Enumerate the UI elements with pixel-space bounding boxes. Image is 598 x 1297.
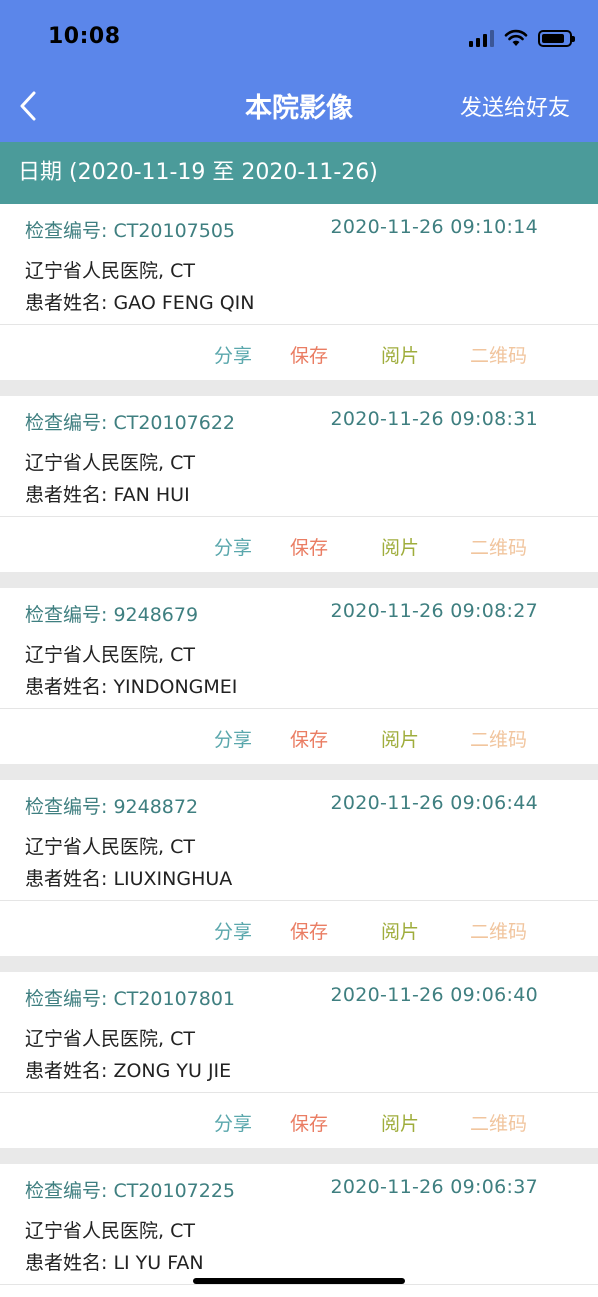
save-button[interactable]: 保存 xyxy=(290,533,328,560)
record-actions: 分享 保存 阅片 二维码 xyxy=(0,325,598,380)
read-image-button[interactable]: 阅片 xyxy=(381,341,419,368)
save-button[interactable]: 保存 xyxy=(290,341,328,368)
read-image-button[interactable]: 阅片 xyxy=(381,533,419,560)
record-card[interactable]: 检查编号: CT20107622 2020-11-26 09:08:31 辽宁省… xyxy=(0,396,598,572)
exam-time: 2020-11-26 09:06:44 xyxy=(330,792,538,814)
record-card[interactable]: 检查编号: 9248679 2020-11-26 09:08:27 辽宁省人民医… xyxy=(0,588,598,764)
share-button[interactable]: 分享 xyxy=(214,341,252,368)
qr-code-button[interactable]: 二维码 xyxy=(470,1109,527,1136)
record-actions: 分享 保存 阅片 二维码 xyxy=(0,1285,598,1297)
read-image-button[interactable]: 阅片 xyxy=(381,917,419,944)
share-button[interactable]: 分享 xyxy=(214,917,252,944)
exam-time: 2020-11-26 09:06:40 xyxy=(330,984,538,1006)
record-actions: 分享 保存 阅片 二维码 xyxy=(0,709,598,764)
read-image-button[interactable]: 阅片 xyxy=(381,1109,419,1136)
exam-time: 2020-11-26 09:06:37 xyxy=(330,1176,538,1198)
share-button[interactable]: 分享 xyxy=(214,725,252,752)
hospital-name: 辽宁省人民医院, CT xyxy=(25,1220,195,1242)
record-info[interactable]: 检查编号: CT20107505 2020-11-26 09:10:14 辽宁省… xyxy=(0,204,598,324)
qr-code-button[interactable]: 二维码 xyxy=(470,917,527,944)
hospital-name: 辽宁省人民医院, CT xyxy=(25,452,195,474)
share-button[interactable]: 分享 xyxy=(214,1109,252,1136)
battery-icon xyxy=(538,29,575,47)
status-time: 10:08 xyxy=(48,24,121,49)
date-range-bar[interactable]: 日期 (2020-11-19 至 2020-11-26) xyxy=(0,142,598,204)
wifi-icon xyxy=(504,29,528,46)
hospital-name: 辽宁省人民医院, CT xyxy=(25,836,195,858)
app-header: 10:08 本院影像 发送给好友 xyxy=(0,0,598,142)
cellular-signal-icon xyxy=(469,29,494,47)
status-icons xyxy=(469,28,575,48)
exam-number: 检查编号: CT20107622 xyxy=(25,412,236,434)
qr-code-button[interactable]: 二维码 xyxy=(470,533,527,560)
record-card[interactable]: 检查编号: CT20107801 2020-11-26 09:06:40 辽宁省… xyxy=(0,972,598,1148)
record-card[interactable]: 检查编号: 9248872 2020-11-26 09:06:44 辽宁省人民医… xyxy=(0,780,598,956)
exam-time: 2020-11-26 09:08:31 xyxy=(330,408,538,430)
exam-time: 2020-11-26 09:10:14 xyxy=(330,216,538,238)
record-card[interactable]: 检查编号: CT20107505 2020-11-26 09:10:14 辽宁省… xyxy=(0,204,598,380)
patient-name: 患者姓名: FAN HUI xyxy=(25,484,190,506)
record-info[interactable]: 检查编号: 9248872 2020-11-26 09:06:44 辽宁省人民医… xyxy=(0,780,598,900)
exam-number: 检查编号: CT20107505 xyxy=(25,220,236,242)
save-button[interactable]: 保存 xyxy=(290,1109,328,1136)
exam-number: 检查编号: 9248872 xyxy=(25,796,199,818)
read-image-button[interactable]: 阅片 xyxy=(381,725,419,752)
save-button[interactable]: 保存 xyxy=(290,917,328,944)
image-record-list: 检查编号: CT20107505 2020-11-26 09:10:14 辽宁省… xyxy=(0,204,598,1297)
exam-number: 检查编号: 9248679 xyxy=(25,604,199,626)
hospital-name: 辽宁省人民医院, CT xyxy=(25,1028,195,1050)
qr-code-button[interactable]: 二维码 xyxy=(470,725,527,752)
patient-name: 患者姓名: YINDONGMEI xyxy=(25,676,238,698)
record-info[interactable]: 检查编号: CT20107225 2020-11-26 09:06:37 辽宁省… xyxy=(0,1164,598,1284)
exam-time: 2020-11-26 09:08:27 xyxy=(330,600,538,622)
hospital-name: 辽宁省人民医院, CT xyxy=(25,644,195,666)
exam-number: 检查编号: CT20107225 xyxy=(25,1180,236,1202)
save-button[interactable]: 保存 xyxy=(290,725,328,752)
record-info[interactable]: 检查编号: CT20107622 2020-11-26 09:08:31 辽宁省… xyxy=(0,396,598,516)
patient-name: 患者姓名: ZONG YU JIE xyxy=(25,1060,232,1082)
record-actions: 分享 保存 阅片 二维码 xyxy=(0,517,598,572)
hospital-name: 辽宁省人民医院, CT xyxy=(25,260,195,282)
share-button[interactable]: 分享 xyxy=(214,533,252,560)
patient-name: 患者姓名: LIUXINGHUA xyxy=(25,868,233,890)
home-indicator xyxy=(193,1278,405,1284)
send-to-friend-button[interactable]: 发送给好友 xyxy=(460,90,570,122)
record-actions: 分享 保存 阅片 二维码 xyxy=(0,901,598,956)
record-actions: 分享 保存 阅片 二维码 xyxy=(0,1093,598,1148)
patient-name: 患者姓名: GAO FENG QIN xyxy=(25,292,255,314)
exam-number: 检查编号: CT20107801 xyxy=(25,988,236,1010)
patient-name: 患者姓名: LI YU FAN xyxy=(25,1252,204,1274)
qr-code-button[interactable]: 二维码 xyxy=(470,341,527,368)
record-info[interactable]: 检查编号: CT20107801 2020-11-26 09:06:40 辽宁省… xyxy=(0,972,598,1092)
record-info[interactable]: 检查编号: 9248679 2020-11-26 09:08:27 辽宁省人民医… xyxy=(0,588,598,708)
